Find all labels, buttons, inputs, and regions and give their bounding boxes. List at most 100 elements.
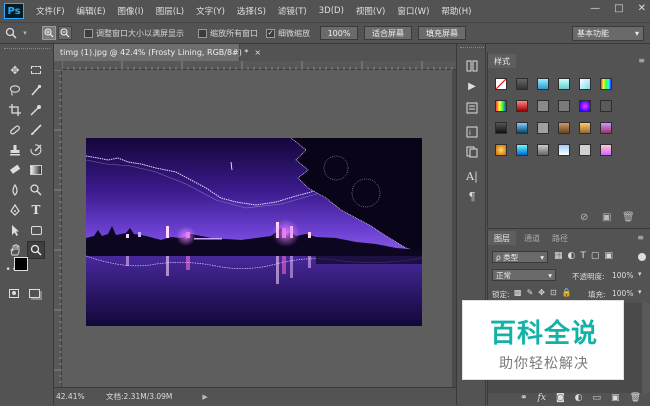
toolbar-grip[interactable] (4, 48, 50, 52)
lock-pixels-icon[interactable]: ✎ (527, 288, 534, 297)
path-selection-tool-icon[interactable] (6, 221, 24, 239)
adjustments-panel-icon[interactable] (463, 144, 481, 160)
style-swatch[interactable] (537, 100, 549, 112)
ruler-origin[interactable] (54, 61, 62, 70)
status-menu-arrow-icon[interactable]: ▶ (202, 393, 207, 401)
zoom-level[interactable]: 42.41% (54, 392, 94, 401)
vertical-ruler[interactable] (54, 70, 62, 387)
foreground-color-swatch[interactable] (14, 257, 28, 271)
menu-filter[interactable]: 滤镜(T) (272, 5, 313, 17)
style-swatch[interactable] (495, 122, 507, 134)
delete-layer-icon[interactable]: 🗑 (630, 393, 641, 403)
style-swatch[interactable] (558, 78, 570, 90)
healing-brush-tool-icon[interactable] (6, 121, 24, 139)
new-layer-icon[interactable]: ▣ (611, 393, 620, 403)
style-swatch[interactable] (495, 100, 507, 112)
zoom-100-button[interactable]: 100% (320, 26, 358, 40)
pen-tool-icon[interactable] (6, 201, 24, 219)
new-group-icon[interactable]: ▭ (593, 393, 602, 403)
style-swatch[interactable] (516, 144, 528, 156)
smart-object-filter-icon[interactable]: ▣ (604, 251, 613, 261)
adjustment-filter-icon[interactable]: ◐ (568, 251, 576, 261)
marquee-tool-icon[interactable] (27, 61, 45, 79)
chevron-down-icon[interactable]: ▾ (638, 288, 642, 296)
style-swatch[interactable] (600, 100, 612, 112)
menu-help[interactable]: 帮助(H) (435, 5, 477, 17)
style-swatch[interactable] (558, 122, 570, 134)
style-swatch[interactable] (600, 78, 612, 90)
new-style-icon[interactable]: ▣ (602, 212, 611, 223)
blur-tool-icon[interactable] (6, 181, 24, 199)
pixel-filter-icon[interactable]: ▦ (554, 251, 563, 261)
type-tool-icon[interactable]: T (27, 201, 45, 219)
info-panel-icon[interactable]: i (463, 124, 481, 140)
style-swatch[interactable] (516, 122, 528, 134)
horizontal-ruler[interactable] (62, 61, 456, 70)
style-swatch[interactable] (558, 144, 570, 156)
minimize-button[interactable]: — (590, 3, 600, 14)
menu-layer[interactable]: 图层(L) (150, 5, 190, 17)
opacity-value[interactable]: 100% (612, 271, 633, 280)
lock-position-icon[interactable]: ✥ (538, 288, 545, 297)
close-document-icon[interactable]: × (254, 48, 261, 57)
style-swatch[interactable] (579, 100, 591, 112)
style-swatch[interactable] (495, 78, 507, 90)
clear-style-icon[interactable]: ⊘ (580, 212, 588, 223)
add-mask-icon[interactable]: ◙ (556, 393, 565, 403)
night-cityscape-image[interactable] (86, 138, 422, 326)
character-panel-icon[interactable]: A| (463, 168, 481, 184)
style-swatch[interactable] (600, 122, 612, 134)
screen-mode-icon[interactable] (28, 287, 40, 299)
quick-selection-tool-icon[interactable] (27, 81, 45, 99)
type-filter-icon[interactable]: T (580, 251, 586, 261)
zoom-out-icon[interactable] (58, 26, 72, 40)
resize-windows-option[interactable]: 调整窗口大小以满屏显示 (84, 28, 184, 39)
style-swatch[interactable] (579, 78, 591, 90)
layer-effects-icon[interactable]: fx (538, 393, 546, 403)
zoom-tool-icon[interactable] (4, 26, 18, 40)
panel-menu-icon[interactable]: ≡ (638, 56, 645, 65)
quick-mask-icon[interactable] (8, 287, 20, 299)
document-tab[interactable]: timg (1).jpg @ 42.4% (Frosty Lining, RGB… (54, 44, 261, 61)
tab-layers[interactable]: 图层 (488, 231, 516, 245)
menu-type[interactable]: 文字(Y) (190, 5, 231, 17)
style-swatch[interactable] (537, 122, 549, 134)
menu-select[interactable]: 选择(S) (231, 5, 272, 17)
eraser-tool-icon[interactable] (6, 161, 24, 179)
scrubby-zoom-option[interactable]: ✓ 细微缩放 (266, 28, 310, 39)
workspace-switcher[interactable]: 基本功能 ▾ (572, 26, 644, 41)
lock-all-icon[interactable]: 🔒 (562, 288, 572, 297)
actions-panel-icon[interactable]: ▶ (463, 78, 481, 94)
properties-panel-icon[interactable] (463, 100, 481, 116)
menu-3d[interactable]: 3D(D) (313, 6, 350, 16)
dodge-tool-icon[interactable] (27, 181, 45, 199)
paragraph-panel-icon[interactable]: ¶ (463, 188, 481, 204)
style-swatch[interactable] (579, 122, 591, 134)
style-swatch[interactable] (495, 144, 507, 156)
tab-channels[interactable]: 通道 (518, 231, 546, 245)
lock-artboard-icon[interactable]: ⊡ (550, 288, 557, 297)
maximize-button[interactable]: □ (614, 3, 623, 14)
shape-filter-icon[interactable]: ▢ (591, 251, 600, 261)
style-swatch[interactable] (516, 100, 528, 112)
menu-window[interactable]: 窗口(W) (391, 5, 435, 17)
menu-file[interactable]: 文件(F) (30, 5, 71, 17)
blend-mode-select[interactable]: 正常 ▾ (492, 269, 556, 281)
clone-stamp-tool-icon[interactable] (6, 141, 24, 159)
style-swatch[interactable] (600, 144, 612, 156)
zoom-tool-icon[interactable] (27, 241, 45, 259)
resize-windows-checkbox[interactable] (84, 28, 93, 38)
zoom-all-checkbox[interactable] (198, 28, 207, 38)
menu-image[interactable]: 图像(I) (112, 5, 150, 17)
menu-view[interactable]: 视图(V) (350, 5, 391, 17)
tab-paths[interactable]: 路径 (546, 231, 574, 245)
layer-kind-filter[interactable]: ρ 类型 ▾ (492, 251, 548, 263)
crop-tool-icon[interactable] (6, 101, 24, 119)
zoom-in-icon[interactable] (42, 26, 56, 40)
tab-styles[interactable]: 样式 (488, 54, 516, 68)
fill-screen-button[interactable]: 填充屏幕 (418, 26, 466, 40)
layers-scrollbar[interactable] (642, 303, 650, 393)
fit-screen-button[interactable]: 适合屏幕 (364, 26, 412, 40)
menu-edit[interactable]: 编辑(E) (71, 5, 112, 17)
dock-grip[interactable] (460, 47, 484, 51)
